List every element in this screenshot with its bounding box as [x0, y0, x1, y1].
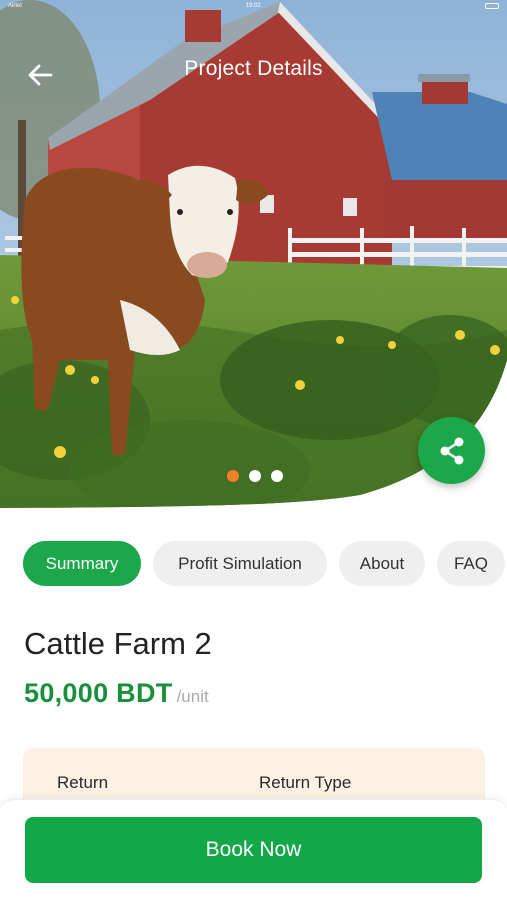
carousel-dot-1[interactable] — [227, 470, 239, 482]
carousel-dot-2[interactable] — [249, 470, 261, 482]
carousel-dot-3[interactable] — [271, 470, 283, 482]
bottom-action-bar: Book Now — [0, 799, 507, 900]
page-title: Project Details — [184, 57, 323, 80]
book-now-button[interactable]: Book Now — [25, 817, 482, 883]
price-row: 50,000 BDT /unit — [24, 678, 209, 709]
tab-summary[interactable]: Summary — [23, 541, 141, 586]
battery-icon — [485, 3, 499, 9]
back-button[interactable] — [20, 55, 60, 95]
tab-profit-simulation[interactable]: Profit Simulation — [153, 541, 327, 586]
status-bar: Airtel 19:02 — [0, 0, 507, 12]
price-unit: /unit — [176, 687, 209, 706]
tab-bar: Summary Profit Simulation About FAQ — [23, 541, 505, 586]
return-type-label: Return Type — [259, 773, 352, 792]
share-button[interactable] — [418, 417, 485, 484]
carrier-label: Airtel — [8, 3, 22, 9]
tab-about[interactable]: About — [339, 541, 425, 586]
price-value: 50,000 BDT — [24, 678, 173, 708]
time-label: 19:02 — [245, 3, 261, 9]
arrow-left-icon — [28, 64, 53, 86]
share-icon — [440, 437, 463, 464]
tab-faq[interactable]: FAQ — [437, 541, 505, 586]
carousel-indicator — [227, 470, 283, 482]
return-label: Return — [57, 773, 109, 792]
project-name: Cattle Farm 2 — [24, 626, 212, 661]
